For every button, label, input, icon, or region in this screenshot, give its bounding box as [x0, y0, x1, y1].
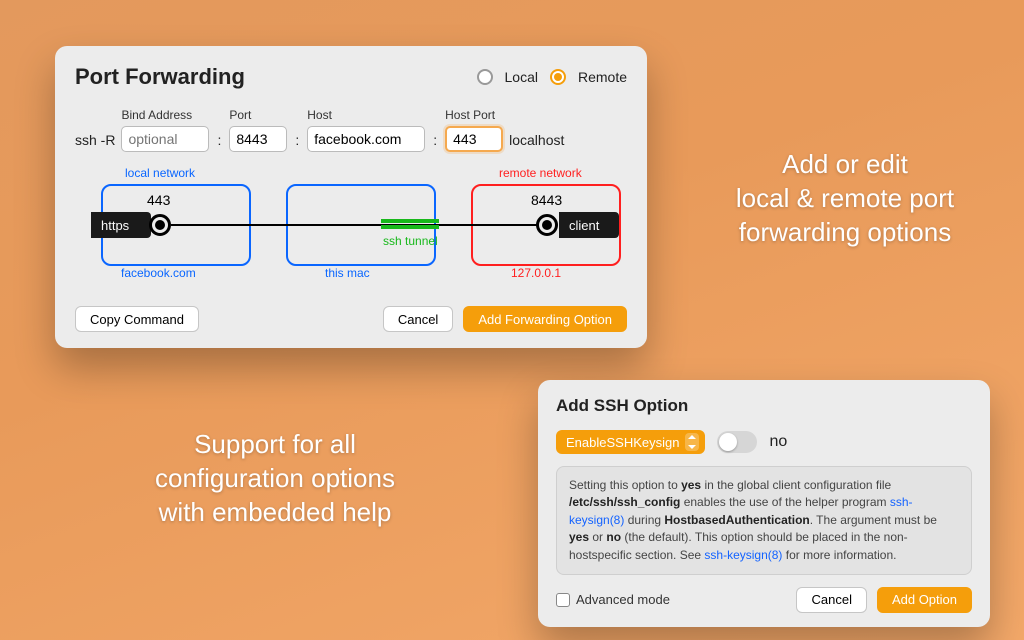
advanced-mode-label: Advanced mode — [576, 592, 670, 607]
add-ssh-option-panel: Add SSH Option EnableSSHKeysign no Setti… — [538, 380, 990, 627]
host-port-input[interactable] — [445, 126, 503, 152]
add-option-button[interactable]: Add Option — [877, 587, 972, 613]
cancel-button[interactable]: Cancel — [383, 306, 453, 332]
host-input[interactable] — [307, 126, 425, 152]
port-input[interactable] — [229, 126, 287, 152]
ssh-keysign-link[interactable]: ssh-keysign(8) — [704, 548, 782, 562]
forwarding-type-radio-group: Local Remote — [477, 69, 628, 85]
local-host-name: facebook.com — [121, 266, 196, 280]
radio-local[interactable] — [477, 69, 493, 85]
connection-line — [171, 224, 539, 226]
remote-port-value: 8443 — [531, 192, 562, 208]
host-port-label: Host Port — [445, 108, 503, 122]
remote-network-label: remote network — [499, 166, 582, 180]
ssh-command-row: ssh -R Bind Address : Port : Host : Host… — [75, 108, 627, 152]
option-help-text: Setting this option to yes in the global… — [556, 466, 972, 575]
port-forwarding-title: Port Forwarding — [75, 64, 245, 90]
marketing-caption-2: Support for all configuration options wi… — [80, 428, 470, 529]
cancel-button[interactable]: Cancel — [796, 587, 866, 613]
marketing-caption-1: Add or edit local & remote port forwardi… — [690, 148, 1000, 249]
option-name-select[interactable]: EnableSSHKeysign — [556, 430, 705, 454]
radio-remote[interactable] — [550, 69, 566, 85]
bind-address-input[interactable] — [121, 126, 209, 152]
updown-icon — [685, 433, 699, 451]
colon-separator: : — [431, 132, 439, 152]
https-chip: https — [91, 212, 151, 238]
port-label: Port — [229, 108, 287, 122]
copy-command-button[interactable]: Copy Command — [75, 306, 199, 332]
radio-local-label: Local — [505, 69, 538, 85]
bind-address-label: Bind Address — [121, 108, 209, 122]
this-mac-label: this mac — [325, 266, 370, 280]
colon-separator: : — [215, 132, 223, 152]
local-port-value: 443 — [147, 192, 170, 208]
advanced-mode-checkbox[interactable] — [556, 593, 570, 607]
radio-remote-label: Remote — [578, 69, 627, 85]
colon-separator: : — [293, 132, 301, 152]
option-name-value: EnableSSHKeysign — [566, 435, 679, 450]
host-label: Host — [307, 108, 425, 122]
ssh-tunnel-line — [381, 219, 439, 223]
remote-host-name: 127.0.0.1 — [511, 266, 561, 280]
ssh-tunnel-label: ssh tunnel — [383, 234, 438, 248]
client-chip: client — [559, 212, 619, 238]
port-forwarding-panel: Port Forwarding Local Remote ssh -R Bind… — [55, 46, 647, 348]
ssh-command-suffix: localhost — [509, 132, 564, 152]
ssh-command-prefix: ssh -R — [75, 132, 115, 152]
remote-socket-icon — [536, 214, 558, 236]
option-value-toggle[interactable] — [717, 431, 757, 453]
forwarding-diagram: local network remote network ssh tunnel … — [81, 168, 621, 288]
advanced-mode-row: Advanced mode — [556, 592, 670, 607]
add-ssh-option-title: Add SSH Option — [556, 396, 972, 416]
local-socket-icon — [149, 214, 171, 236]
local-network-label: local network — [125, 166, 195, 180]
add-forwarding-option-button[interactable]: Add Forwarding Option — [463, 306, 627, 332]
toggle-value-label: no — [769, 433, 787, 451]
